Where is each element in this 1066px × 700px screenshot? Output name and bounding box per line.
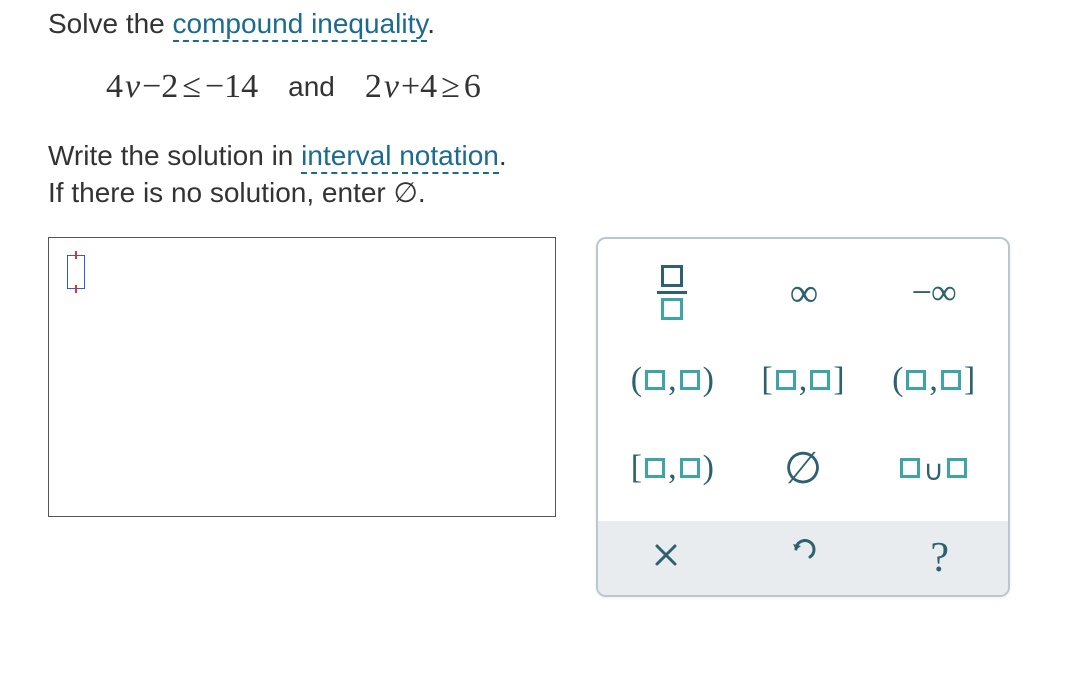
undo-icon xyxy=(788,539,818,578)
open-closed-icon: (,] xyxy=(892,361,975,399)
help-icon: ? xyxy=(930,534,949,582)
open-open-icon: (,) xyxy=(631,361,714,399)
pad-neg-infinity-button[interactable]: −∞ xyxy=(877,257,990,327)
instr2-a: Write the solution in xyxy=(48,140,301,171)
fraction-icon xyxy=(657,265,687,320)
prompt-line-1: Solve the compound inequality. xyxy=(48,8,1018,40)
math-joiner: and xyxy=(288,71,335,103)
pad-infinity-button[interactable]: ∞ xyxy=(747,257,860,327)
expr2: 2v+4≥6 xyxy=(363,68,483,106)
math-expression: 4v−2≤−14 and 2v+4≥6 xyxy=(104,68,1018,106)
closed-open-icon: [,) xyxy=(631,449,714,487)
pad-union-button[interactable]: ∪ xyxy=(877,433,990,503)
link-compound-inequality[interactable]: compound inequality xyxy=(173,8,428,42)
pad-help-button[interactable]: ? xyxy=(871,521,1008,595)
pad-empty-set-button[interactable]: ∅ xyxy=(747,433,860,503)
prompt-text-after: . xyxy=(427,8,435,39)
union-icon: ∪ xyxy=(900,452,967,485)
input-cursor xyxy=(67,255,85,289)
pad-clear-button[interactable] xyxy=(598,521,735,595)
instruction-line-2: Write the solution in interval notation. xyxy=(48,140,1018,172)
symbol-pad: ∞ −∞ (,) [,] (,] xyxy=(596,237,1010,597)
prompt-text-before: Solve the xyxy=(48,8,173,39)
instr2-b: . xyxy=(499,140,507,171)
expr1: 4v−2≤−14 xyxy=(104,68,260,106)
pad-fraction-button[interactable] xyxy=(616,257,729,327)
pad-open-open-button[interactable]: (,) xyxy=(616,345,729,415)
x-icon xyxy=(653,539,679,577)
pad-closed-closed-button[interactable]: [,] xyxy=(747,345,860,415)
closed-closed-icon: [,] xyxy=(761,361,844,399)
answer-input[interactable] xyxy=(48,237,556,517)
link-interval-notation[interactable]: interval notation xyxy=(301,140,499,174)
pad-undo-button[interactable] xyxy=(735,521,872,595)
pad-closed-open-button[interactable]: [,) xyxy=(616,433,729,503)
pad-open-closed-button[interactable]: (,] xyxy=(877,345,990,415)
instruction-line-3: If there is no solution, enter ∅. xyxy=(48,176,1018,209)
